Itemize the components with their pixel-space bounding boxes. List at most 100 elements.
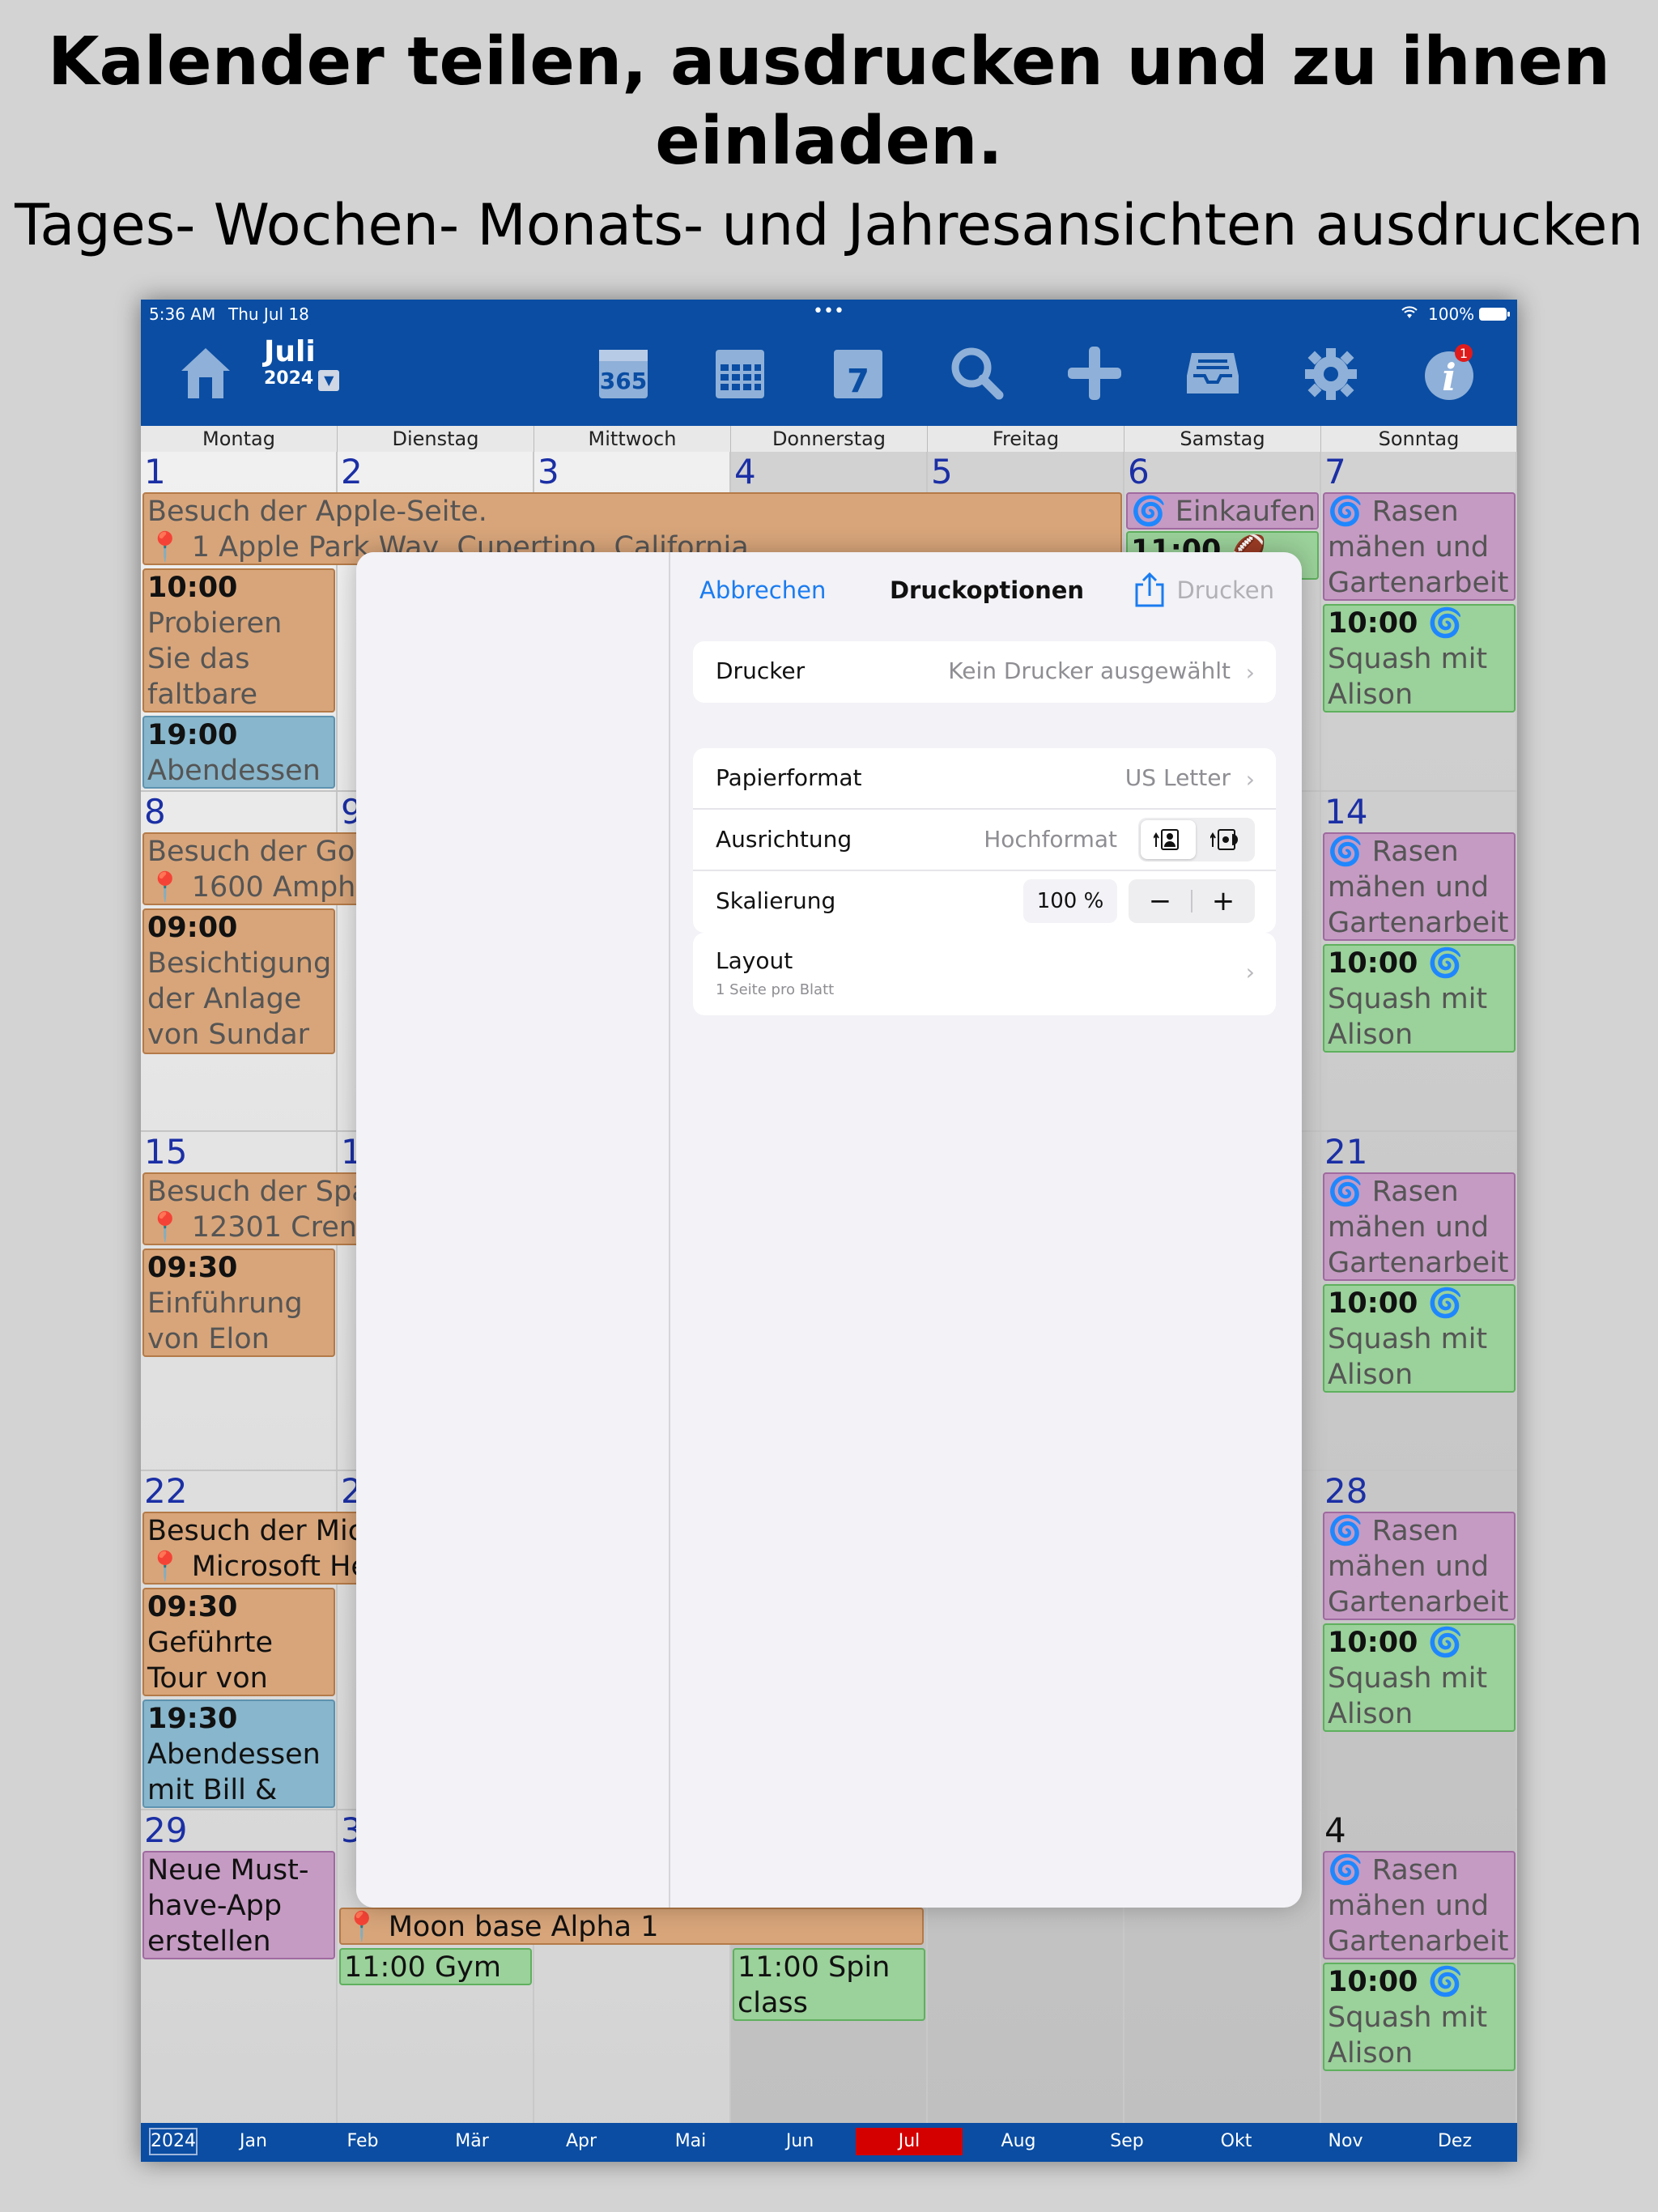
day-number[interactable]: 4 <box>734 452 756 491</box>
event-title: 🌀 Rasen mähen und Gartenarbeit <box>1328 1176 1509 1279</box>
event-elon[interactable]: 09:30 Einführung von Elon <box>142 1249 335 1357</box>
search-icon[interactable] <box>944 340 1009 405</box>
printer-label: Drucker <box>716 657 806 684</box>
event-rasen[interactable]: 🌀 Rasen mähen und Gartenarbeit <box>1323 492 1516 601</box>
month-aug[interactable]: Aug <box>970 2131 1067 2151</box>
event-title: Probieren Sie das faltbare iPhone 16 aus <box>147 607 283 711</box>
toolbar: Juli 2024 ▼ 365 7 i1 <box>141 327 1517 426</box>
event-time: 19:30 <box>147 1703 238 1735</box>
day-number[interactable]: 4 <box>1324 1810 1346 1850</box>
plus-button[interactable]: + <box>1192 879 1255 923</box>
printer-value: Kein Drucker ausgewählt <box>948 657 1231 684</box>
event-title: 11:00 Gym <box>344 1951 501 1984</box>
day-number[interactable]: 8 <box>144 792 166 832</box>
add-icon[interactable] <box>1062 340 1127 405</box>
year-month-bar: 2024 Jan Feb Mär Apr Mai Jun Jul Aug Sep… <box>141 2123 1517 2162</box>
chevron-right-icon: › <box>1245 766 1255 793</box>
printer-card: Drucker Kein Drucker ausgewählt › <box>693 641 1276 703</box>
share-icon[interactable] <box>1133 572 1166 609</box>
layout-subtitle: 1 Seite pro Blatt <box>716 981 835 998</box>
landscape-icon[interactable] <box>1197 820 1252 859</box>
event-sundar[interactable]: 09:00 Besichtigung der Anlage von Sundar <box>142 908 335 1054</box>
print-preview <box>356 552 670 1908</box>
event-title: 🌀 Rasen mähen und Gartenarbeit <box>1328 1854 1509 1958</box>
month-feb[interactable]: Feb <box>314 2131 411 2151</box>
multitask-dots[interactable]: ••• <box>813 301 844 321</box>
layout-row[interactable]: Layout 1 Seite pro Blatt › <box>693 933 1276 1015</box>
inbox-icon[interactable] <box>1180 340 1245 405</box>
status-time: 5:36 AM <box>149 304 216 324</box>
event-squash[interactable]: 10:00 🌀 Squash mit Alison <box>1323 1284 1516 1393</box>
event-gym[interactable]: 11:00 Gym <box>339 1948 532 1985</box>
event-squash[interactable]: 10:00 🌀 Squash mit Alison <box>1323 1963 1516 2071</box>
month-nov[interactable]: Nov <box>1297 2131 1394 2151</box>
event-location: 📍 Moon base Alpha 1 <box>344 1911 659 1943</box>
weekday-sat: Samstag <box>1124 426 1321 452</box>
battery-label: 100% <box>1428 304 1475 324</box>
event-time: 09:30 <box>147 1591 238 1623</box>
event-dinner[interactable]: 19:00 Abendessen <box>142 716 335 789</box>
chevron-right-icon: › <box>1245 659 1255 686</box>
event-rasen[interactable]: 🌀 Rasen mähen und Gartenarbeit <box>1323 832 1516 941</box>
month-jan[interactable]: Jan <box>205 2131 302 2151</box>
info-icon[interactable]: i1 <box>1418 340 1483 405</box>
day-number[interactable]: 14 <box>1324 792 1367 832</box>
year-calendar-icon[interactable]: 365 <box>591 340 656 405</box>
event-spin-class[interactable]: 11:00 Spin class <box>733 1948 925 2021</box>
icon-365-text: 365 <box>600 368 647 394</box>
event-squash[interactable]: 10:00 🌀 Squash mit Alison <box>1323 604 1516 713</box>
day-number[interactable]: 29 <box>144 1810 187 1850</box>
day-number[interactable]: 28 <box>1324 1471 1367 1511</box>
dropdown-icon[interactable]: ▼ <box>318 369 340 391</box>
month-title[interactable]: Juli 2024 ▼ <box>264 335 340 391</box>
month-jun[interactable]: Jun <box>751 2131 848 2151</box>
event-rasen[interactable]: 🌀 Rasen mähen und Gartenarbeit <box>1323 1851 1516 1959</box>
event-rasen[interactable]: 🌀 Rasen mähen und Gartenarbeit <box>1323 1512 1516 1620</box>
event-new-app[interactable]: Neue Must-have-App erstellen <box>142 1851 335 1959</box>
printer-row[interactable]: Drucker Kein Drucker ausgewählt › <box>693 641 1276 703</box>
month-oct[interactable]: Okt <box>1188 2131 1285 2151</box>
week-calendar-icon[interactable]: 7 <box>826 340 891 405</box>
event-time: 09:00 <box>147 912 238 944</box>
event-squash[interactable]: 10:00 🌀 Squash mit Alison <box>1323 944 1516 1053</box>
day-number[interactable]: 5 <box>931 452 953 491</box>
month-dec[interactable]: Dez <box>1406 2131 1503 2151</box>
month-calendar-icon[interactable] <box>708 340 772 405</box>
svg-text:i: i <box>1442 355 1456 399</box>
home-icon[interactable] <box>173 340 238 405</box>
event-time: 10:00 🌀 <box>1328 1287 1464 1320</box>
month-jul[interactable]: Jul <box>856 2128 963 2155</box>
day-number[interactable]: 2 <box>341 452 363 491</box>
day-number[interactable]: 15 <box>144 1132 187 1172</box>
event-satya[interactable]: 09:30 Geführte Tour von Satya <box>142 1588 335 1696</box>
event-rasen[interactable]: 🌀 Rasen mähen und Gartenarbeit <box>1323 1172 1516 1281</box>
day-number[interactable]: 7 <box>1324 452 1346 491</box>
event-title: Besuch der Apple-Seite. <box>147 496 487 528</box>
day-number[interactable]: 22 <box>144 1471 187 1511</box>
day-number[interactable]: 1 <box>144 452 166 491</box>
paper-size-label: Papierformat <box>716 764 862 791</box>
print-button[interactable]: Drucken <box>1176 576 1274 604</box>
paper-size-row[interactable]: Papierformat US Letter › <box>693 748 1276 810</box>
orientation-value: Hochformat <box>984 826 1117 853</box>
battery-icon <box>1478 306 1511 325</box>
info-badge: 1 <box>1460 346 1468 361</box>
scaling-value[interactable]: 100 % <box>1023 879 1117 923</box>
settings-icon[interactable] <box>1299 340 1363 405</box>
month-may[interactable]: Mai <box>642 2131 739 2151</box>
month-apr[interactable]: Apr <box>533 2131 630 2151</box>
event-dinner-bill[interactable]: 19:30 Abendessen mit Bill & <box>142 1699 335 1808</box>
minus-button[interactable]: − <box>1129 879 1192 923</box>
status-bar: 5:36 AM Thu Jul 18 ••• 100% <box>141 300 1517 327</box>
portrait-icon[interactable] <box>1141 820 1196 859</box>
event-squash[interactable]: 10:00 🌀 Squash mit Alison <box>1323 1623 1516 1732</box>
day-number[interactable]: 3 <box>538 452 559 491</box>
day-number[interactable]: 6 <box>1128 452 1150 491</box>
day-number[interactable]: 21 <box>1324 1132 1367 1172</box>
event-iphone[interactable]: 10:00 Probieren Sie das faltbare iPhone … <box>142 568 335 713</box>
year-button[interactable]: 2024 <box>149 2128 198 2155</box>
month-sep[interactable]: Sep <box>1078 2131 1175 2151</box>
event-einkaufen[interactable]: 🌀 Einkaufen <box>1126 492 1319 530</box>
month-mar[interactable]: Mär <box>423 2131 521 2151</box>
event-moon-base[interactable]: 📍 Moon base Alpha 1 <box>339 1908 924 1945</box>
